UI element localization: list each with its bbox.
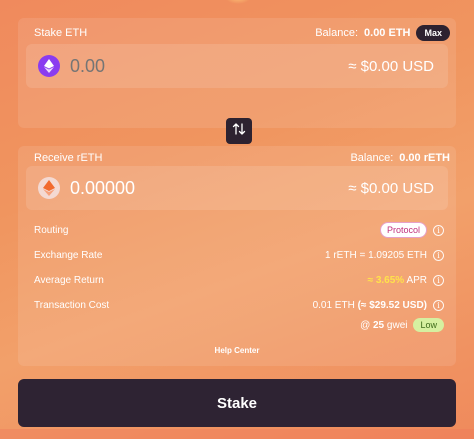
stake-balance-prefix: Balance: [315, 27, 359, 39]
routing-label: Routing [34, 224, 69, 236]
stake-balance: Balance: 0.00 ETH Max [315, 25, 450, 41]
cost-eth: 0.01 ETH [312, 299, 355, 311]
routing-protocol-badge: Protocol [379, 222, 427, 238]
info-icon[interactable]: i [433, 224, 444, 236]
stake-usd-value: ≈ $0.00 USD [348, 57, 434, 75]
stake-button[interactable]: Stake [18, 379, 456, 427]
help-center-link[interactable]: Help Center [18, 346, 456, 355]
max-button[interactable]: Max [416, 25, 450, 41]
stake-panel: Stake ETH Balance: 0.00 ETH Max ≈ $0.00 … [18, 18, 456, 128]
swap-arrows-icon [232, 122, 246, 141]
apr-unit: APR [406, 274, 427, 286]
info-icon[interactable]: i [433, 274, 444, 286]
stake-header: Stake ETH Balance: 0.00 ETH Max [34, 24, 450, 42]
info-icon[interactable]: i [433, 299, 444, 311]
receive-amount-value: 0.00000 [70, 177, 136, 198]
transaction-cost-label: Transaction Cost [34, 299, 110, 311]
average-return-row: Average Return ≈ 3.65% APR i [34, 272, 444, 288]
routing-row: Routing Protocol i [34, 222, 444, 238]
gas-level-badge: Low [413, 318, 444, 332]
receive-panel: Receive rETH Balance: 0.00 rETH 0.00000 … [18, 146, 456, 366]
gas-row: @ 25 gwei Low [34, 317, 444, 333]
receive-balance: Balance: 0.00 rETH [350, 152, 450, 164]
top-glow-decoration [225, 0, 251, 4]
apr-value: ≈ 3.65% [367, 274, 405, 286]
stake-label: Stake ETH [34, 27, 88, 39]
info-icon[interactable]: i [433, 249, 444, 261]
receive-header: Receive rETH Balance: 0.00 rETH [34, 149, 450, 167]
receive-balance-value: 0.00 rETH [399, 152, 450, 164]
cost-usd: (≈ $29.52 USD) [357, 299, 427, 311]
stake-amount-input[interactable] [70, 55, 270, 77]
exchange-rate-value: 1 rETH = 1.09205 ETH [325, 249, 427, 261]
transaction-cost-row: Transaction Cost 0.01 ETH (≈ $29.52 USD)… [34, 297, 444, 313]
reth-icon [38, 177, 60, 199]
average-return-label: Average Return [34, 274, 104, 286]
swap-direction-button[interactable] [226, 118, 252, 144]
gas-prefix: @ [360, 319, 371, 331]
stake-balance-value: 0.00 ETH [364, 27, 411, 39]
stake-amount-box[interactable]: ≈ $0.00 USD [26, 44, 448, 88]
exchange-rate-label: Exchange Rate [34, 249, 103, 261]
bottom-strip-decoration [0, 429, 474, 439]
receive-usd-value: ≈ $0.00 USD [348, 179, 434, 197]
eth-icon [38, 55, 60, 77]
receive-balance-prefix: Balance: [350, 152, 394, 164]
gas-unit: gwei [386, 319, 408, 331]
exchange-rate-row: Exchange Rate 1 rETH = 1.09205 ETH i [34, 247, 444, 263]
gas-value: 25 [373, 319, 385, 331]
receive-label: Receive rETH [34, 152, 103, 164]
receive-amount-box: 0.00000 ≈ $0.00 USD [26, 166, 448, 210]
